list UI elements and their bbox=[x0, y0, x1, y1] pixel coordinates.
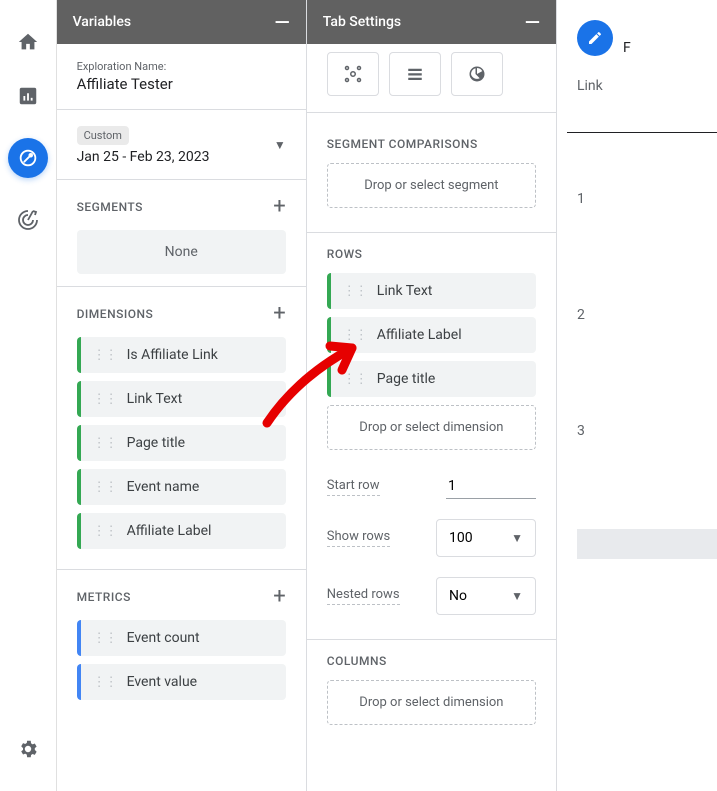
segments-title: SEGMENTS bbox=[77, 200, 143, 214]
date-range-picker[interactable]: Custom Jan 25 - Feb 23, 2023 ▼ bbox=[57, 110, 306, 180]
chevron-down-icon: ▼ bbox=[274, 138, 286, 152]
metrics-section: METRICS + ⋮⋮Event count ⋮⋮Event value bbox=[57, 570, 306, 720]
tab-settings-header: Tab Settings — bbox=[307, 0, 556, 44]
variables-header: Variables — bbox=[57, 0, 306, 44]
chevron-down-icon: ▼ bbox=[511, 589, 523, 603]
drag-handle-icon: ⋮⋮ bbox=[93, 348, 117, 363]
variables-title: Variables bbox=[73, 14, 131, 30]
drag-handle-icon: ⋮⋮ bbox=[343, 372, 367, 387]
add-metric-button[interactable]: + bbox=[273, 586, 285, 608]
minimize-icon[interactable]: — bbox=[525, 12, 540, 32]
row-chip[interactable]: ⋮⋮Page title bbox=[327, 361, 536, 397]
variables-body: Exploration Name: Affiliate Tester Custo… bbox=[57, 44, 306, 791]
rows-title: ROWS bbox=[327, 247, 536, 261]
dimension-chip[interactable]: ⋮⋮Affiliate Label bbox=[77, 513, 286, 549]
viz-option-button[interactable] bbox=[389, 52, 441, 96]
drag-handle-icon: ⋮⋮ bbox=[93, 524, 117, 539]
columns-section: COLUMNS Drop or select dimension bbox=[307, 640, 556, 739]
viz-option-button[interactable] bbox=[327, 52, 379, 96]
scrollbar-track[interactable] bbox=[577, 529, 717, 559]
dimension-chip[interactable]: ⋮⋮Page title bbox=[77, 425, 286, 461]
minimize-icon[interactable]: — bbox=[274, 12, 289, 32]
drag-handle-icon: ⋮⋮ bbox=[93, 392, 117, 407]
tab-settings-body: SEGMENT COMPARISONS Drop or select segme… bbox=[307, 44, 556, 791]
result-row: 1 bbox=[577, 141, 717, 257]
show-rows-field: Show rows 100 ▼ bbox=[307, 509, 556, 567]
row-chip[interactable]: ⋮⋮Affiliate Label bbox=[327, 317, 536, 353]
variables-panel: Variables — Exploration Name: Affiliate … bbox=[57, 0, 307, 791]
segments-empty: None bbox=[77, 230, 286, 274]
segment-comparisons-section: SEGMENT COMPARISONS Drop or select segme… bbox=[307, 112, 556, 233]
columns-title: COLUMNS bbox=[327, 654, 536, 668]
tab-settings-panel: Tab Settings — SEGMENT COMPARISONS Drop … bbox=[307, 0, 557, 791]
drag-handle-icon: ⋮⋮ bbox=[343, 284, 367, 299]
drag-handle-icon: ⋮⋮ bbox=[343, 328, 367, 343]
segment-comparisons-title: SEGMENT COMPARISONS bbox=[327, 137, 536, 151]
drag-handle-icon: ⋮⋮ bbox=[93, 631, 117, 646]
start-row-field: Start row bbox=[307, 464, 556, 509]
columns-drop-zone[interactable]: Drop or select dimension bbox=[327, 680, 536, 725]
tab-settings-title: Tab Settings bbox=[323, 14, 401, 30]
edit-fab[interactable] bbox=[577, 20, 613, 56]
results-panel: F Link 1 2 3 bbox=[557, 0, 717, 791]
bar-chart-icon[interactable] bbox=[16, 84, 40, 108]
result-row: 3 bbox=[577, 373, 717, 489]
home-icon[interactable] bbox=[16, 30, 40, 54]
start-row-input[interactable] bbox=[446, 474, 536, 499]
chevron-down-icon: ▼ bbox=[511, 531, 523, 545]
metrics-title: METRICS bbox=[77, 590, 131, 604]
add-dimension-button[interactable]: + bbox=[273, 303, 285, 325]
results-partial: F bbox=[623, 40, 631, 56]
nested-rows-label: Nested rows bbox=[327, 587, 400, 605]
add-segment-button[interactable]: + bbox=[273, 196, 285, 218]
target-icon[interactable] bbox=[16, 208, 40, 232]
show-rows-select[interactable]: 100 ▼ bbox=[436, 519, 536, 557]
rows-section: ROWS ⋮⋮Link Text ⋮⋮Affiliate Label ⋮⋮Pag… bbox=[307, 233, 556, 464]
drag-handle-icon: ⋮⋮ bbox=[93, 436, 117, 451]
exploration-name: Affiliate Tester bbox=[77, 75, 286, 93]
exploration-name-block[interactable]: Exploration Name: Affiliate Tester bbox=[57, 52, 306, 110]
dimensions-section: DIMENSIONS + ⋮⋮Is Affiliate Link ⋮⋮Link … bbox=[57, 287, 306, 570]
visualization-icons bbox=[307, 52, 556, 112]
dimension-chip[interactable]: ⋮⋮Link Text bbox=[77, 381, 286, 417]
dimension-chip[interactable]: ⋮⋮Event name bbox=[77, 469, 286, 505]
results-header: Link bbox=[577, 76, 717, 124]
nested-rows-select[interactable]: No ▼ bbox=[436, 577, 536, 615]
segments-section: SEGMENTS + None bbox=[57, 180, 306, 287]
drag-handle-icon: ⋮⋮ bbox=[93, 675, 117, 690]
row-chip[interactable]: ⋮⋮Link Text bbox=[327, 273, 536, 309]
nested-rows-field: Nested rows No ▼ bbox=[307, 567, 556, 640]
dimension-chip[interactable]: ⋮⋮Is Affiliate Link bbox=[77, 337, 286, 373]
date-range: Jan 25 - Feb 23, 2023 bbox=[77, 149, 210, 165]
settings-icon[interactable] bbox=[16, 737, 40, 761]
start-row-label: Start row bbox=[327, 478, 380, 496]
drag-handle-icon: ⋮⋮ bbox=[93, 480, 117, 495]
explore-icon[interactable] bbox=[8, 138, 48, 178]
metric-chip[interactable]: ⋮⋮Event value bbox=[77, 664, 286, 700]
exploration-label: Exploration Name: bbox=[77, 60, 286, 73]
nav-rail bbox=[0, 0, 57, 791]
dimensions-title: DIMENSIONS bbox=[77, 307, 154, 321]
segment-drop-zone[interactable]: Drop or select segment bbox=[327, 163, 536, 208]
show-rows-label: Show rows bbox=[327, 529, 390, 547]
metric-chip[interactable]: ⋮⋮Event count bbox=[77, 620, 286, 656]
rows-drop-zone[interactable]: Drop or select dimension bbox=[327, 405, 536, 450]
date-badge: Custom bbox=[77, 126, 129, 145]
viz-option-button[interactable] bbox=[451, 52, 503, 96]
result-row: 2 bbox=[577, 257, 717, 373]
